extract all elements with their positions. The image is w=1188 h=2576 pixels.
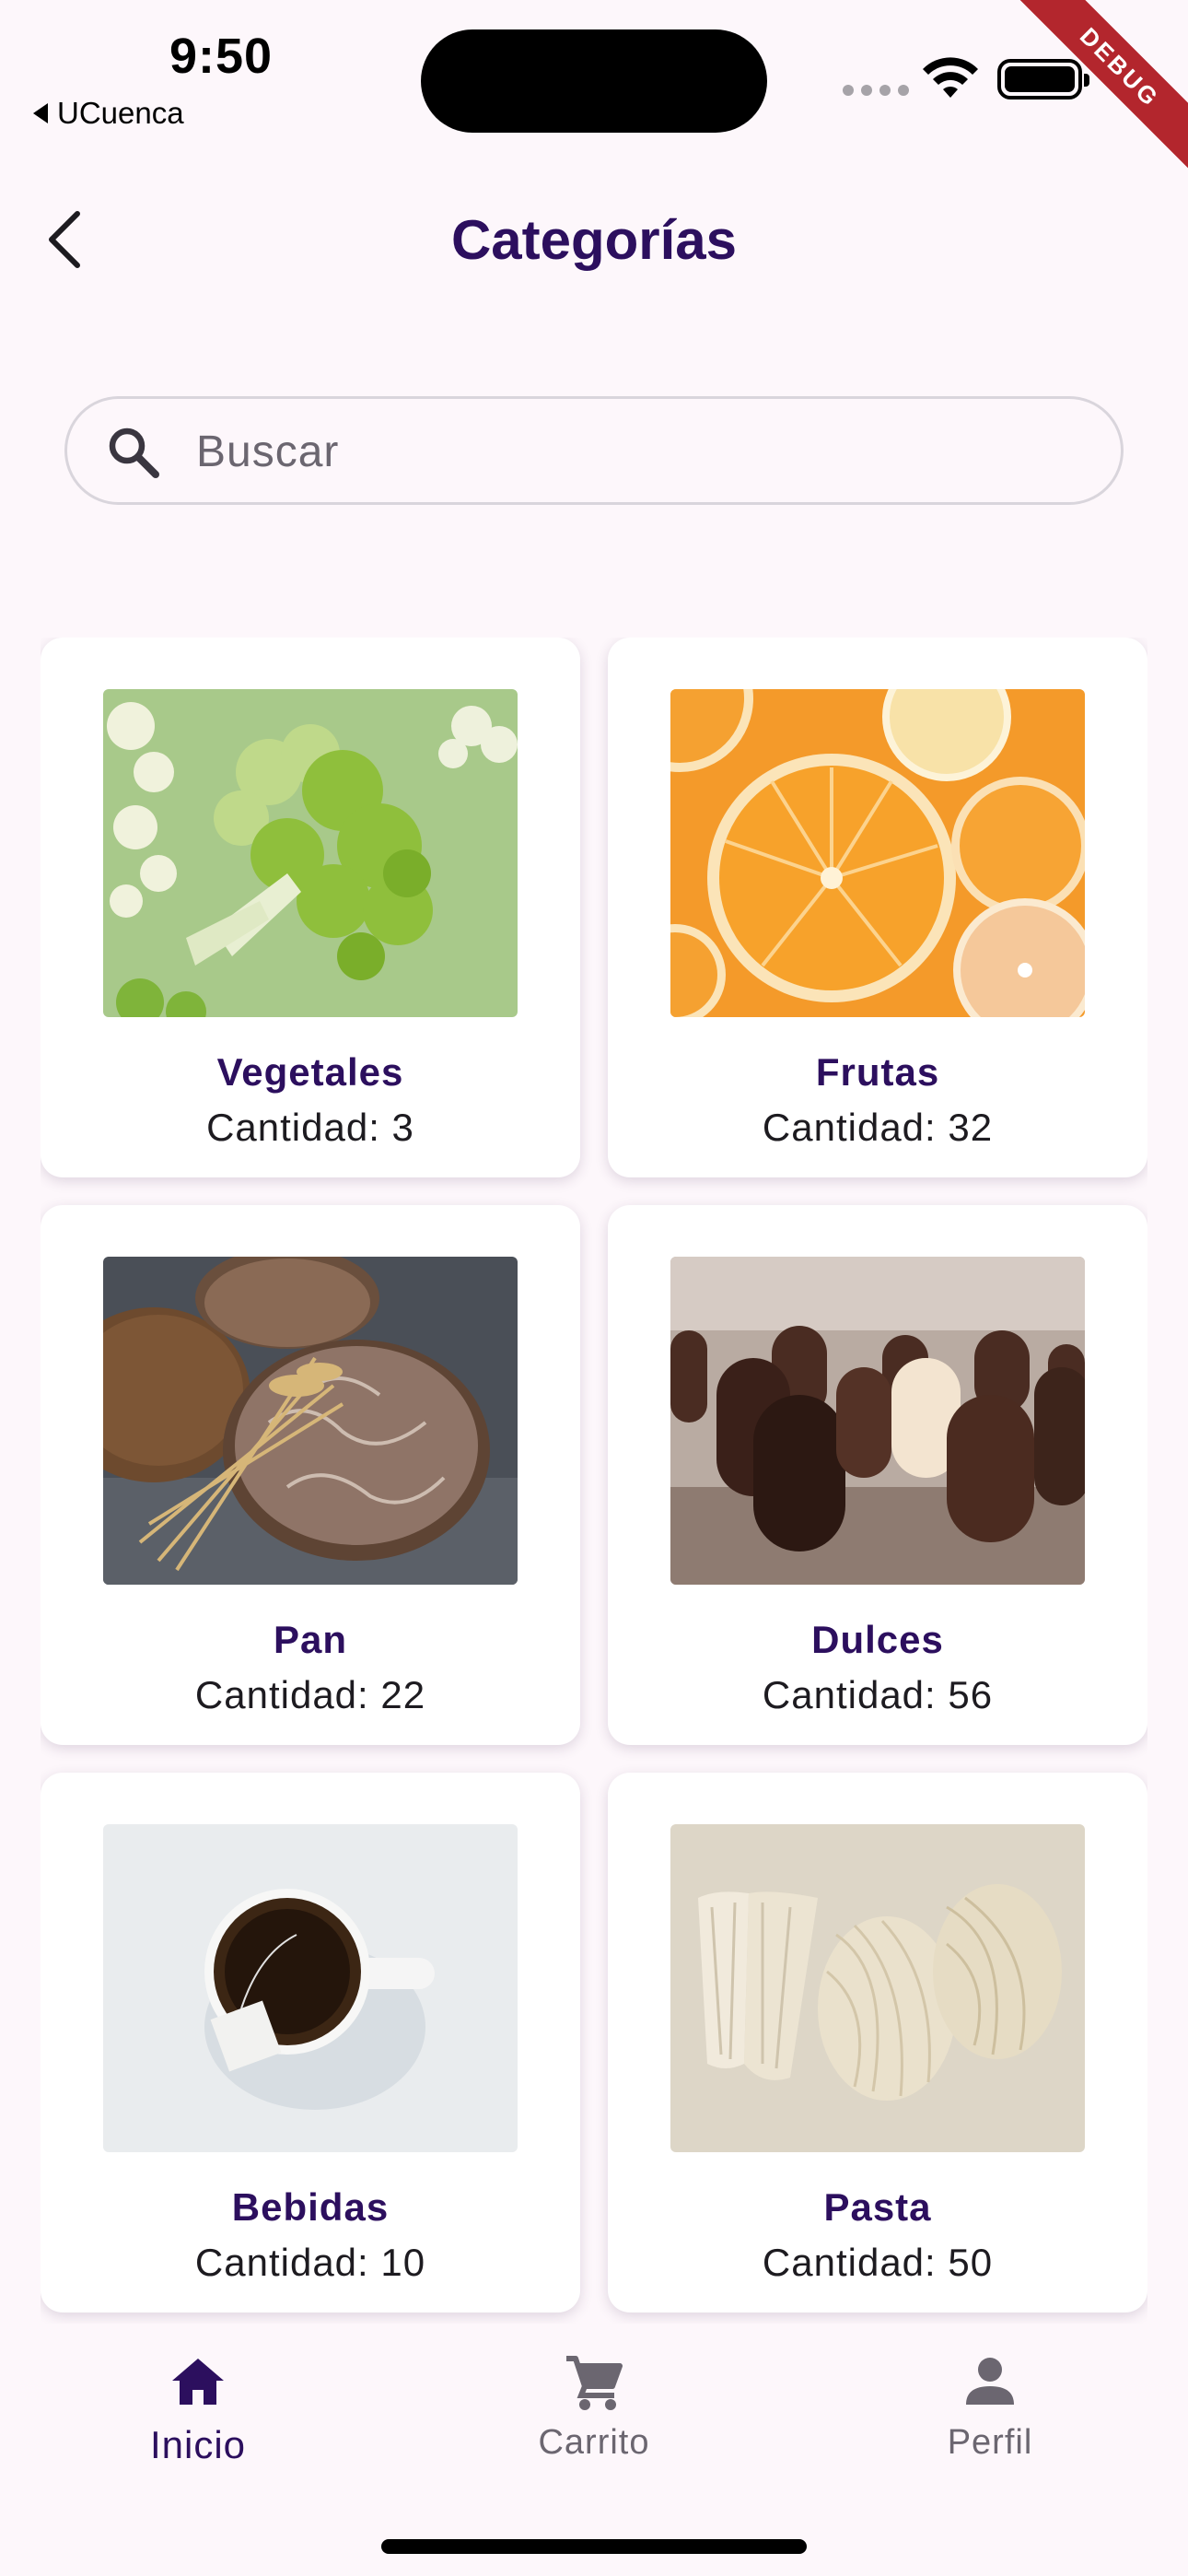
wifi-icon	[923, 57, 978, 98]
category-name: Vegetales	[216, 1050, 404, 1094]
app-bar: Categorías	[0, 175, 1188, 304]
category-name: Pan	[273, 1618, 348, 1661]
chocolate-sweets-image	[670, 1257, 1085, 1585]
back-to-app-link[interactable]: UCuenca	[33, 96, 184, 131]
category-card-pan[interactable]: Pan Cantidad: 22	[41, 1205, 580, 1745]
category-count: Cantidad: 3	[206, 1106, 414, 1149]
nav-item-carrito[interactable]: Carrito	[456, 2351, 732, 2489]
category-card-frutas[interactable]: Frutas Cantidad: 32	[608, 638, 1147, 1177]
category-count: Cantidad: 32	[762, 1106, 994, 1149]
nav-item-perfil[interactable]: Perfil	[852, 2351, 1128, 2489]
category-name: Pasta	[823, 2185, 932, 2229]
category-name: Frutas	[815, 1050, 940, 1094]
broccoli-image	[103, 689, 518, 1017]
bottom-navigation: Inicio Carrito Perfil	[0, 2324, 1188, 2576]
home-indicator[interactable]	[381, 2539, 807, 2554]
category-card-pasta[interactable]: Pasta Cantidad: 50	[608, 1773, 1147, 2313]
bread-image	[103, 1257, 518, 1585]
page-title: Categorías	[450, 209, 738, 271]
category-grid: Vegetales Cantidad: 3 Frutas Cantidad: 3…	[41, 638, 1147, 2324]
category-count: Cantidad: 56	[762, 1673, 994, 1716]
nav-label-perfil: Perfil	[947, 2423, 1033, 2462]
dynamic-island	[421, 29, 767, 133]
category-card-dulces[interactable]: Dulces Cantidad: 56	[608, 1205, 1147, 1745]
category-count: Cantidad: 10	[194, 2241, 426, 2284]
cellular-signal-icon	[843, 85, 909, 96]
home-icon	[172, 2359, 224, 2405]
category-card-bebidas[interactable]: Bebidas Cantidad: 10	[41, 1773, 580, 2313]
status-time: 9:50	[169, 29, 274, 84]
back-app-label: UCuenca	[57, 96, 184, 130]
cart-icon	[566, 2356, 623, 2410]
nav-label-carrito: Carrito	[538, 2423, 650, 2462]
nav-label-inicio: Inicio	[149, 2423, 247, 2466]
debug-banner-label: DEBUG	[1006, 0, 1188, 181]
pasta-image	[670, 1824, 1085, 2152]
category-name: Dulces	[811, 1618, 944, 1661]
category-card-vegetales[interactable]: Vegetales Cantidad: 3	[41, 638, 580, 1177]
orange-slices-image	[670, 689, 1085, 1017]
nav-item-inicio[interactable]: Inicio	[60, 2351, 336, 2489]
search-input[interactable]	[196, 417, 1080, 486]
back-triangle-icon	[33, 103, 48, 123]
search-icon	[109, 427, 159, 478]
category-name: Bebidas	[231, 2185, 390, 2229]
category-count: Cantidad: 50	[762, 2241, 994, 2284]
person-icon	[966, 2358, 1014, 2405]
search-bar[interactable]	[64, 396, 1124, 505]
tea-cup-image	[103, 1824, 518, 2152]
category-count: Cantidad: 22	[194, 1673, 426, 1716]
debug-banner: DEBUG	[985, 0, 1188, 203]
